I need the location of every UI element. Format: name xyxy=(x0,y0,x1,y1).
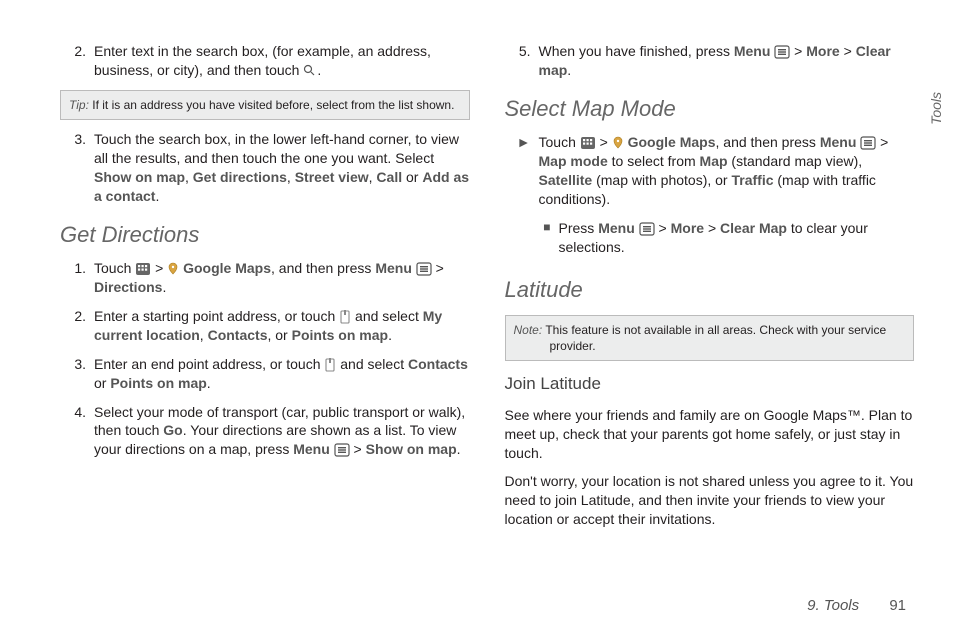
menu-key-icon xyxy=(774,45,790,59)
paragraph: Don't worry, your location is not shared… xyxy=(505,472,915,529)
search-icon xyxy=(303,64,317,78)
left-column: 2. Enter text in the search box, (for ex… xyxy=(60,32,470,539)
list-item: 2. Enter text in the search box, (for ex… xyxy=(60,42,470,80)
step-number: 3. xyxy=(60,355,94,393)
step-body: Enter text in the search box, (for examp… xyxy=(94,42,470,80)
note-text: This feature is not available in all are… xyxy=(545,323,886,353)
tip-box: Tip: If it is an address you have visite… xyxy=(60,90,470,120)
step-body: Select your mode of transport (car, publ… xyxy=(94,403,470,460)
heading-get-directions: Get Directions xyxy=(60,220,470,250)
step-number: 4. xyxy=(60,403,94,460)
step-number: 3. xyxy=(60,130,94,206)
step-body: When you have finished, press Menu > Mor… xyxy=(539,42,915,80)
footer-page-number: 91 xyxy=(889,597,906,614)
tip-text: If it is an address you have visited bef… xyxy=(92,98,454,112)
list-item: 5. When you have finished, press Menu > … xyxy=(505,42,915,80)
side-tab: Tools xyxy=(924,28,948,188)
menu-key-icon xyxy=(639,222,655,236)
bullet-arrow-icon: ► xyxy=(505,133,539,209)
footer-section: 9. Tools xyxy=(807,597,859,614)
list-item: 3. Enter an end point address, or touch … xyxy=(60,355,470,393)
apps-icon xyxy=(135,262,151,276)
list-item: ■ Press Menu > More > Clear Map to clear… xyxy=(525,219,915,257)
step-number: 1. xyxy=(60,259,94,297)
step-body: Touch > Google Maps, and then press Menu… xyxy=(539,133,915,209)
bookmark-icon xyxy=(339,310,351,324)
bookmark-icon xyxy=(324,358,336,372)
step-number: 5. xyxy=(505,42,539,80)
maps-pin-icon xyxy=(167,262,179,276)
note-box: Note: This feature is not available in a… xyxy=(505,315,915,361)
list-item: 2. Enter a starting point address, or to… xyxy=(60,307,470,345)
page-footer: 9. Tools 91 xyxy=(807,596,906,616)
menu-key-icon xyxy=(334,443,350,457)
page-content: 2. Enter text in the search box, (for ex… xyxy=(0,0,954,589)
step-number: 2. xyxy=(60,307,94,345)
right-column: 5. When you have finished, press Menu > … xyxy=(505,32,915,539)
side-tab-label: Tools xyxy=(927,92,946,125)
step-number: 2. xyxy=(60,42,94,80)
list-item: ► Touch > Google Maps, and then press Me… xyxy=(505,133,915,209)
maps-pin-icon xyxy=(612,136,624,150)
step-body: Press Menu > More > Clear Map to clear y… xyxy=(559,219,915,257)
note-label: Note: xyxy=(514,323,543,337)
menu-key-icon xyxy=(416,262,432,276)
step-body: Enter a starting point address, or touch… xyxy=(94,307,470,345)
list-item: 4. Select your mode of transport (car, p… xyxy=(60,403,470,460)
step-body: Touch the search box, in the lower left-… xyxy=(94,130,470,206)
heading-latitude: Latitude xyxy=(505,275,915,305)
list-item: 3. Touch the search box, in the lower le… xyxy=(60,130,470,206)
list-item: 1. Touch > Google Maps, and then press M… xyxy=(60,259,470,297)
paragraph: See where your friends and family are on… xyxy=(505,406,915,463)
tip-label: Tip: xyxy=(69,98,89,112)
heading-select-map-mode: Select Map Mode xyxy=(505,94,915,124)
menu-key-icon xyxy=(860,136,876,150)
heading-join-latitude: Join Latitude xyxy=(505,373,915,396)
bullet-square-icon: ■ xyxy=(525,219,559,257)
apps-icon xyxy=(580,136,596,150)
step-body: Touch > Google Maps, and then press Menu… xyxy=(94,259,470,297)
step-body: Enter an end point address, or touch and… xyxy=(94,355,470,393)
